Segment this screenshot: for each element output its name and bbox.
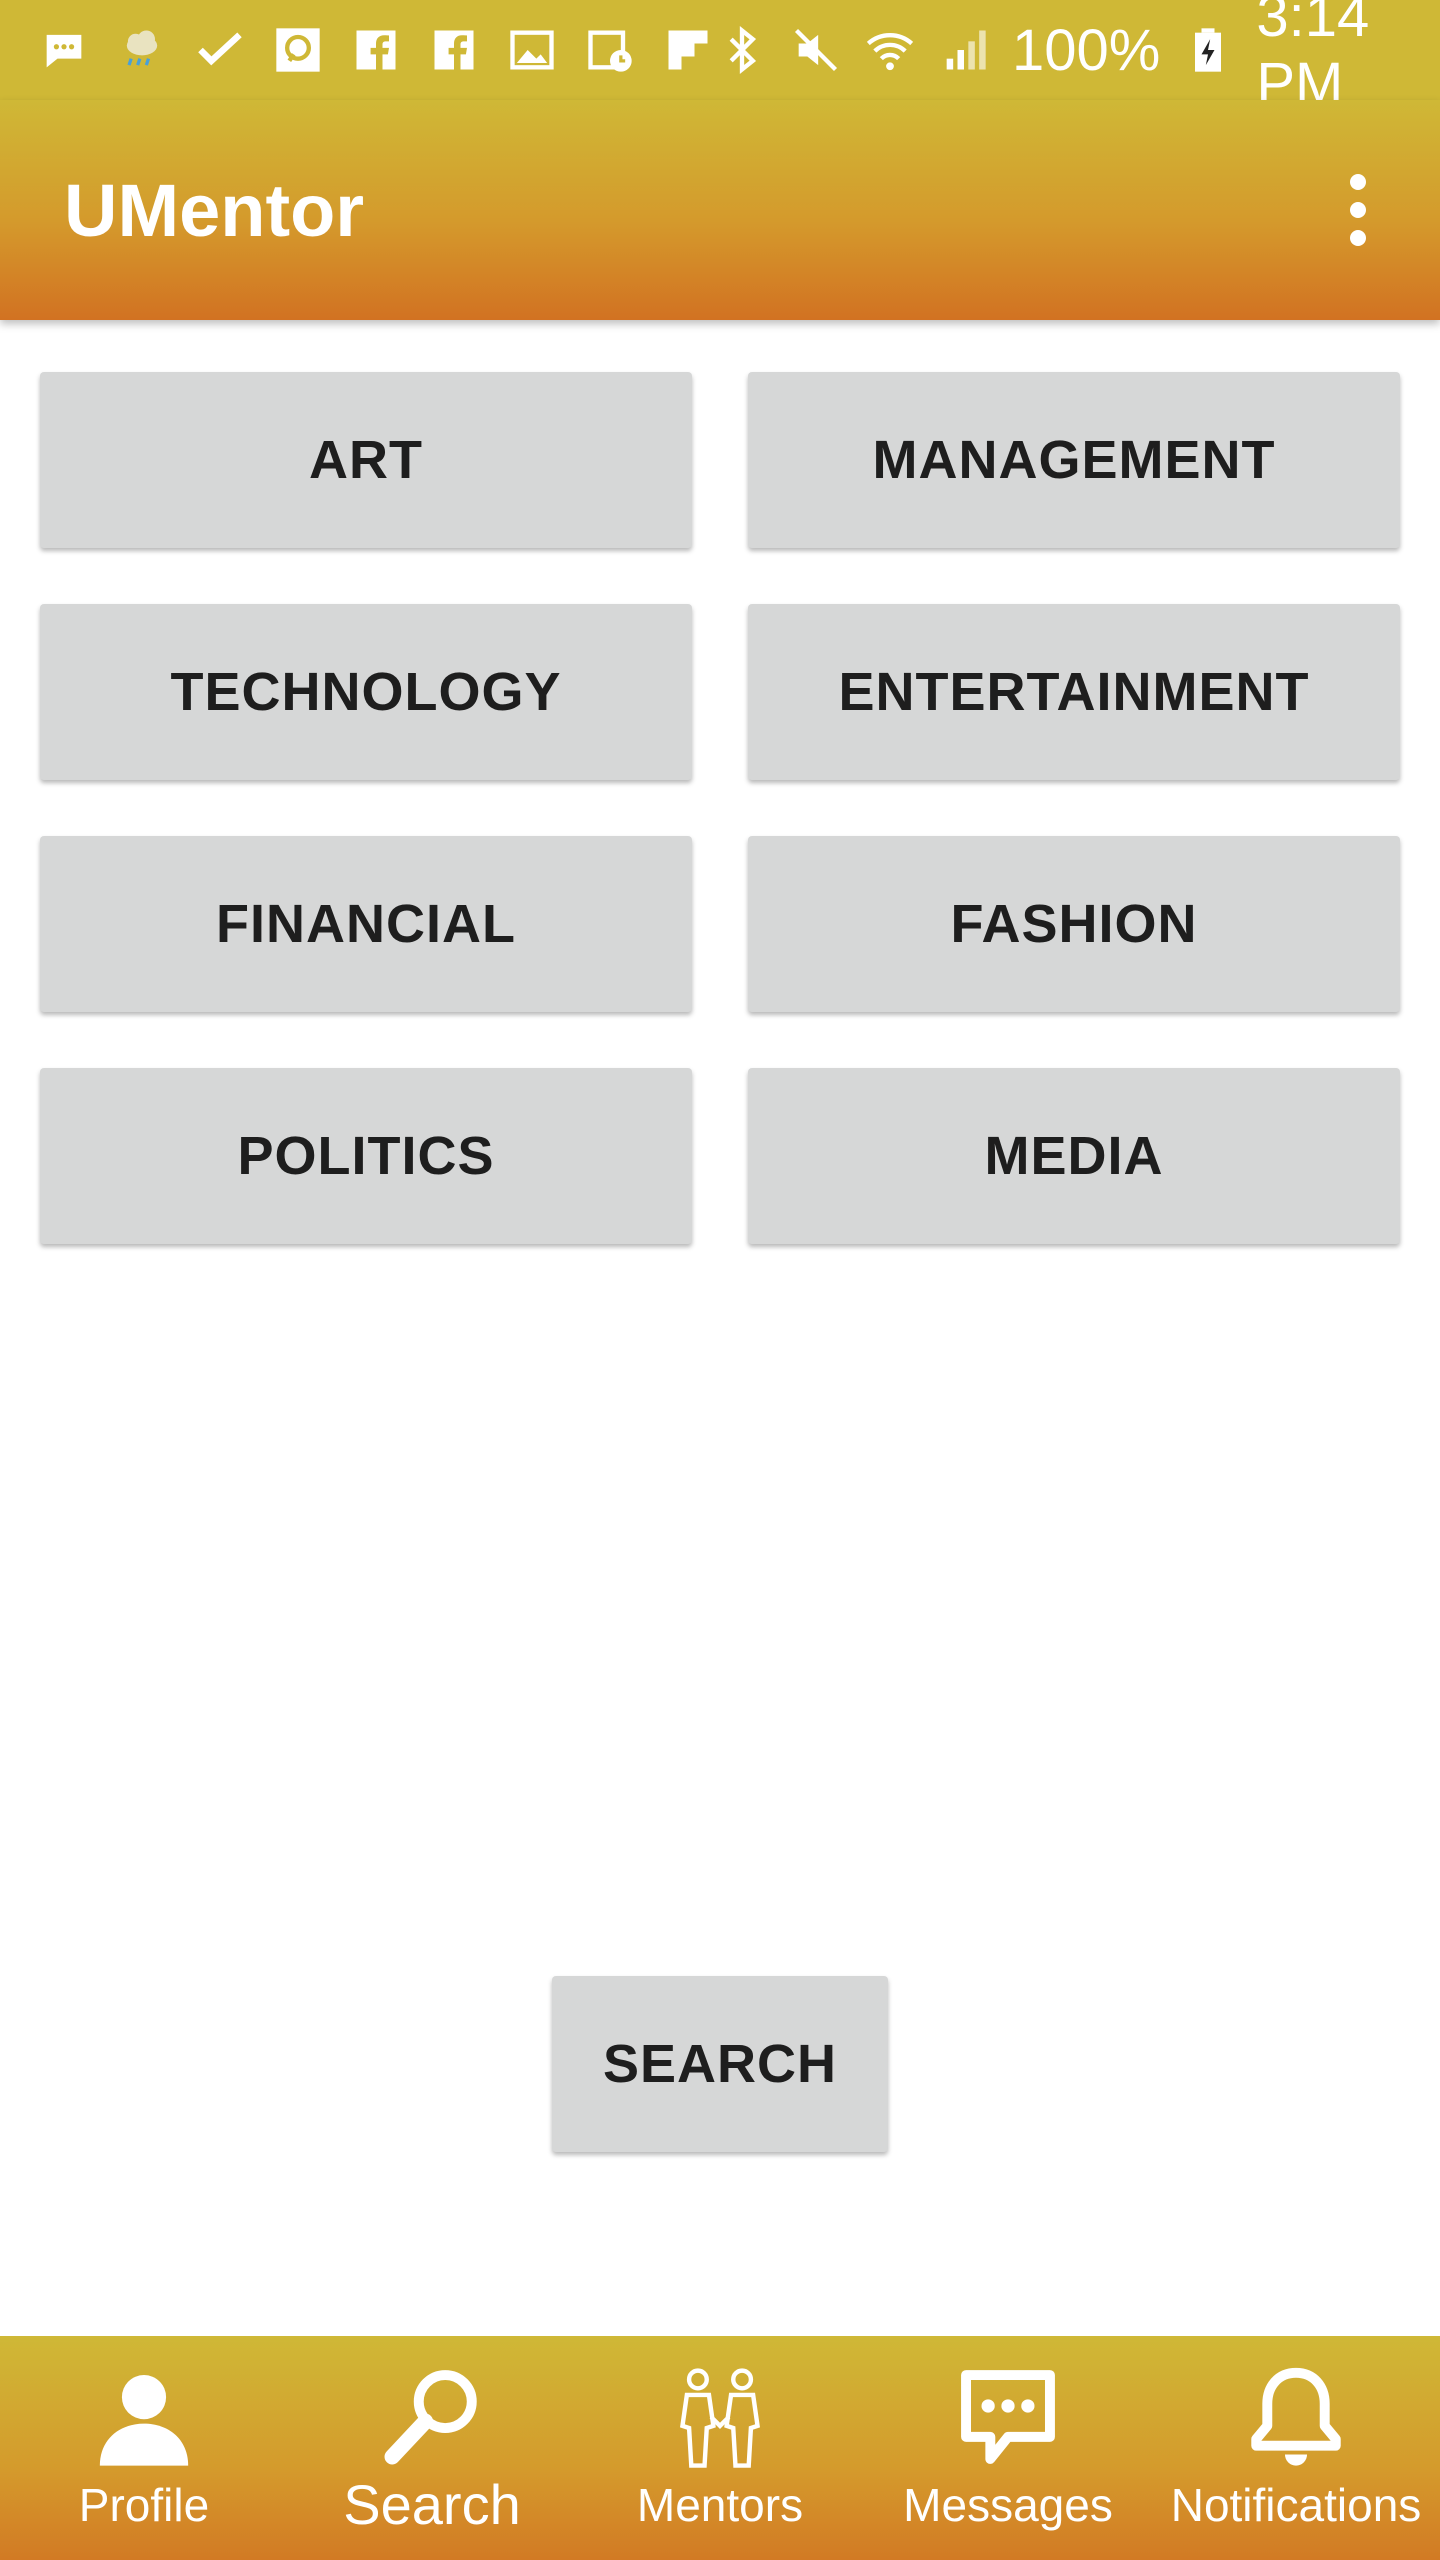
facebook-icon [426, 22, 482, 78]
more-vert-icon[interactable] [1328, 160, 1388, 260]
category-management-button[interactable]: MANAGEMENT [748, 372, 1400, 548]
nav-label-profile: Profile [78, 2479, 210, 2531]
person-icon [89, 2362, 199, 2472]
category-media-button[interactable]: MEDIA [748, 1068, 1400, 1244]
app-bar: UMentor [0, 100, 1440, 320]
category-entertainment-button[interactable]: ENTERTAINMENT [748, 604, 1400, 780]
battery-percent: 100% [1012, 17, 1161, 83]
battery-charging-icon [1182, 22, 1234, 78]
search-button[interactable]: SEARCH [552, 1976, 888, 2152]
nav-label-messages: Messages [903, 2479, 1113, 2531]
status-bar: 100% 3:14 PM [0, 0, 1440, 116]
bell-icon [1241, 2362, 1351, 2472]
facebook-icon [348, 22, 404, 78]
wifi-icon [864, 22, 916, 78]
category-art-button[interactable]: ART [40, 372, 692, 548]
messages-icon [953, 2362, 1063, 2472]
nav-item-search[interactable]: Search [288, 2336, 576, 2560]
bottom-nav: Profile Search Mentors Messages Notifica… [0, 2336, 1440, 2560]
bluetooth-icon [716, 22, 768, 78]
category-technology-button[interactable]: TECHNOLOGY [40, 604, 692, 780]
mute-icon [790, 22, 842, 78]
chat-icon [270, 22, 326, 78]
app-title: UMentor [64, 168, 365, 252]
signal-icon [938, 22, 990, 78]
nav-label-search: Search [343, 2473, 521, 2536]
category-fashion-button[interactable]: FASHION [748, 836, 1400, 1012]
nav-item-profile[interactable]: Profile [0, 2336, 288, 2560]
weather-icon [114, 22, 170, 78]
message-icon [36, 22, 92, 78]
nav-item-notifications[interactable]: Notifications [1152, 2336, 1440, 2560]
search-icon [377, 2362, 487, 2472]
mentors-icon [665, 2362, 775, 2472]
flipboard-icon [660, 22, 716, 78]
screen: 100% 3:14 PM UMentor ART MANAGEMENT TECH… [0, 0, 1440, 2560]
status-left-icons [36, 22, 716, 78]
nav-label-mentors: Mentors [636, 2479, 804, 2531]
gallery-icon [504, 22, 560, 78]
category-financial-button[interactable]: FINANCIAL [40, 836, 692, 1012]
calendar-icon [582, 22, 638, 78]
nav-label-notifications: Notifications [1170, 2479, 1422, 2531]
nav-item-mentors[interactable]: Mentors [576, 2336, 864, 2560]
category-politics-button[interactable]: POLITICS [40, 1068, 692, 1244]
task-icon [192, 22, 248, 78]
nav-item-messages[interactable]: Messages [864, 2336, 1152, 2560]
category-grid: ART MANAGEMENT TECHNOLOGY ENTERTAINMENT … [40, 372, 1400, 1244]
